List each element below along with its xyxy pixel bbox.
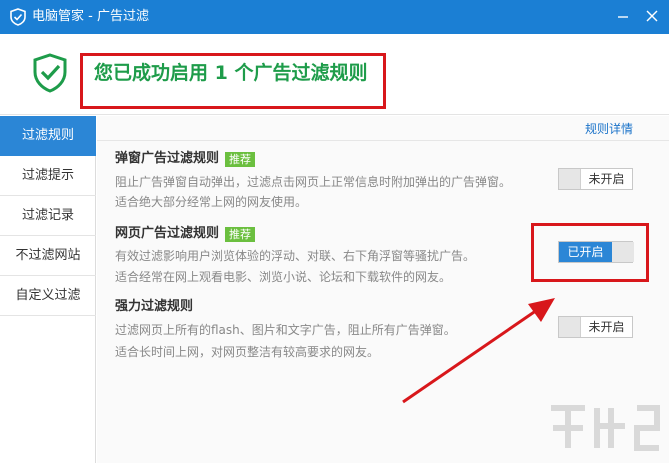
recommend-badge: 推荐 <box>225 152 255 167</box>
minimize-icon[interactable] <box>614 8 632 26</box>
app-shield-logo-icon <box>10 8 26 26</box>
annotation-highlight-box <box>80 53 386 109</box>
title-bar: 电脑管家 - 广告过滤 <box>0 0 669 34</box>
rule-desc-strong-audience: 适合长时间上网，对网页整洁有较高要求的网友。 <box>115 345 380 359</box>
sidebar-item-filter-log[interactable]: 过滤记录 <box>0 196 96 236</box>
rule-title-webpage: 网页广告过滤规则 <box>115 226 220 241</box>
sidebar-item-filter-rules[interactable]: 过滤规则 <box>0 116 96 156</box>
rule-desc-webpage: 有效过滤影响用户浏览体验的浮动、对联、右下角浮窗等骚扰广告。 <box>115 249 476 263</box>
annotation-highlight-box <box>531 223 649 282</box>
rule-title-strong: 强力过滤规则 <box>115 299 194 314</box>
window-title: 电脑管家 - 广告过滤 <box>32 9 149 24</box>
strong-filter-toggle[interactable]: 未开启 <box>558 316 633 338</box>
toggle-knob <box>559 169 581 189</box>
sidebar-item-custom-filter[interactable]: 自定义过滤 <box>0 276 96 316</box>
shield-check-icon <box>33 53 67 93</box>
rule-desc-popup-audience: 适合绝大部分经常上网的网友使用。 <box>115 195 308 209</box>
toggle-label: 未开启 <box>588 172 625 186</box>
rule-details-link[interactable]: 规则详情 <box>585 121 633 137</box>
toggle-label: 未开启 <box>588 320 625 334</box>
rule-desc-popup: 阻止广告弹窗自动弹出，过滤点击网页上正常信息时附加弹出的广告弹窗。 <box>115 175 512 189</box>
annotation-arrow-icon <box>402 298 555 404</box>
close-icon[interactable] <box>643 7 661 25</box>
sidebar-item-whitelist[interactable]: 不过滤网站 <box>0 236 96 276</box>
recommend-badge: 推荐 <box>225 227 255 242</box>
watermark-logo-icon <box>551 405 660 451</box>
sidebar: 过滤规则 过滤提示 过滤记录 不过滤网站 自定义过滤 <box>0 116 96 463</box>
popup-filter-toggle[interactable]: 未开启 <box>558 168 633 190</box>
divider <box>97 140 669 141</box>
rule-desc-webpage-audience: 适合经常在网上观看电影、浏览小说、论坛和下载软件的网友。 <box>115 270 452 284</box>
rule-title-popup: 弹窗广告过滤规则 <box>115 151 220 166</box>
sidebar-item-filter-tips[interactable]: 过滤提示 <box>0 156 96 196</box>
